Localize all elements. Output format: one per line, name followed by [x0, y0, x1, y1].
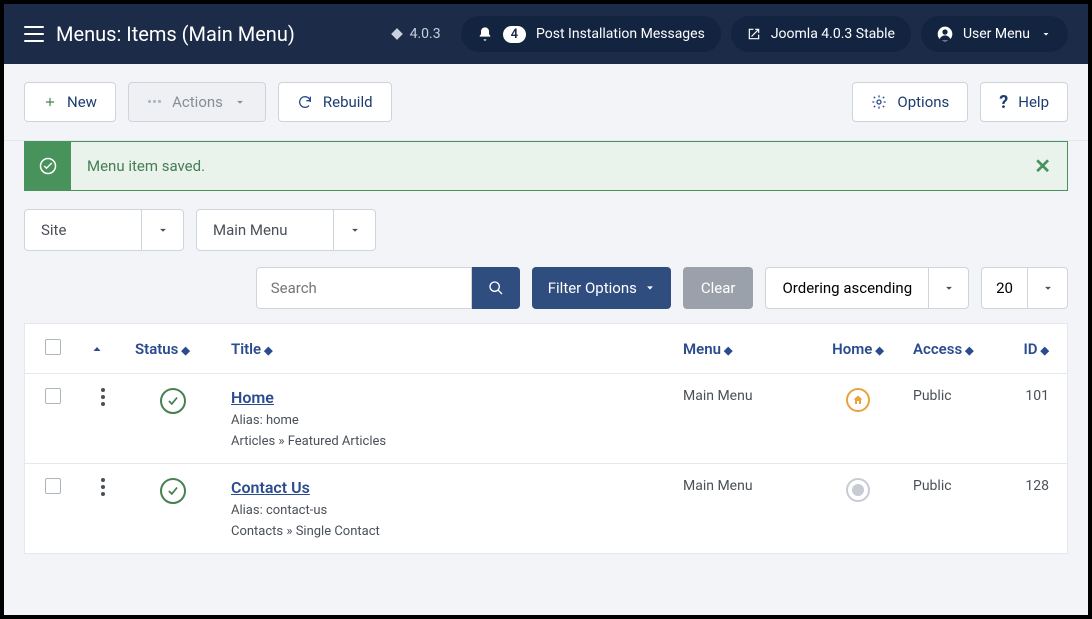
item-access: Public [903, 478, 1003, 539]
search-button[interactable] [472, 267, 520, 309]
rebuild-button[interactable]: Rebuild [278, 82, 392, 122]
row-actions-menu[interactable] [91, 478, 115, 496]
status-column[interactable]: Status◆ [125, 340, 221, 358]
user-menu-label: User Menu [963, 26, 1030, 42]
chevron-down-icon [1040, 28, 1052, 40]
refresh-icon [297, 94, 313, 110]
question-icon: ? [999, 92, 1008, 113]
item-alias: Alias: home [231, 413, 663, 428]
id-column[interactable]: ID◆ [1003, 340, 1067, 358]
chevron-down-icon [1027, 268, 1067, 308]
success-alert: Menu item saved. ✕ [24, 141, 1068, 191]
ellipsis-icon: ••• [147, 93, 162, 111]
table-row: Contact Us Alias: contact-us Contacts » Si… [25, 464, 1067, 553]
joomla-version: 4.0.3 [380, 26, 451, 42]
plus-icon [43, 95, 57, 109]
page-title: Menus: Items (Main Menu) [56, 22, 295, 46]
chevron-down-icon [141, 210, 183, 250]
bell-icon [477, 26, 493, 42]
user-icon [937, 26, 953, 42]
item-title-link[interactable]: Contact Us [231, 478, 310, 497]
table-row: Home Alias: home Articles » Featured Artic… [25, 374, 1067, 464]
client-select[interactable]: Site [24, 209, 184, 251]
toolbar: New ••• Actions Rebuild Options ? Help [4, 64, 1088, 141]
status-published-icon[interactable] [160, 388, 186, 414]
search-icon [488, 280, 504, 296]
item-type: Contacts » Single Contact [231, 524, 663, 539]
item-access: Public [903, 388, 1003, 449]
joomla-link-label: Joomla 4.0.3 Stable [771, 26, 895, 42]
options-button[interactable]: Options [852, 82, 968, 122]
joomla-link[interactable]: Joomla 4.0.3 Stable [731, 16, 911, 52]
caret-up-icon [91, 343, 103, 355]
chevron-down-icon [233, 95, 247, 109]
chevron-down-icon [333, 210, 375, 250]
external-link-icon [747, 27, 761, 41]
item-type: Articles » Featured Articles [231, 434, 663, 449]
clear-button[interactable]: Clear [683, 267, 754, 309]
topbar: Menus: Items (Main Menu) 4.0.3 4 Post In… [4, 4, 1088, 64]
notifications-label: Post Installation Messages [536, 26, 705, 42]
filter-options-button[interactable]: Filter Options [532, 267, 671, 309]
home-column[interactable]: Home◆ [813, 340, 903, 358]
home-set-default-icon[interactable] [846, 478, 870, 502]
chevron-down-icon [928, 268, 968, 308]
home-default-icon[interactable] [846, 388, 870, 412]
close-icon[interactable]: ✕ [1018, 154, 1067, 178]
alert-message: Menu item saved. [71, 157, 1018, 175]
select-all-checkbox[interactable] [45, 339, 61, 355]
item-alias: Alias: contact-us [231, 503, 663, 518]
item-menu: Main Menu [673, 478, 813, 539]
row-checkbox[interactable] [45, 478, 61, 494]
item-id: 128 [1003, 478, 1067, 539]
menu-toggle-icon[interactable] [24, 26, 44, 42]
row-actions-menu[interactable] [91, 388, 115, 406]
ordering-column[interactable] [81, 343, 125, 355]
new-button[interactable]: New [24, 82, 116, 122]
check-circle-icon [25, 142, 71, 190]
item-id: 101 [1003, 388, 1067, 449]
notifications-badge: 4 [503, 26, 526, 43]
gear-icon [871, 94, 887, 110]
title-column[interactable]: Title◆ [221, 340, 673, 358]
menu-column[interactable]: Menu◆ [673, 340, 813, 358]
search-input[interactable] [256, 267, 472, 309]
notifications-button[interactable]: 4 Post Installation Messages [461, 16, 721, 52]
caret-down-icon [645, 283, 655, 293]
limit-select[interactable]: 20 [981, 267, 1068, 309]
access-column[interactable]: Access◆ [903, 340, 1003, 358]
joomla-icon [390, 27, 404, 41]
actions-button: ••• Actions [128, 82, 266, 122]
item-menu: Main Menu [673, 388, 813, 449]
user-menu-button[interactable]: User Menu [921, 16, 1068, 52]
help-button[interactable]: ? Help [980, 82, 1068, 122]
ordering-select[interactable]: Ordering ascending [765, 267, 969, 309]
row-checkbox[interactable] [45, 388, 61, 404]
status-published-icon[interactable] [160, 478, 186, 504]
menu-select[interactable]: Main Menu [196, 209, 376, 251]
menu-items-table: Status◆ Title◆ Menu◆ Home◆ Access◆ ID◆ H… [24, 323, 1068, 554]
item-title-link[interactable]: Home [231, 388, 274, 407]
